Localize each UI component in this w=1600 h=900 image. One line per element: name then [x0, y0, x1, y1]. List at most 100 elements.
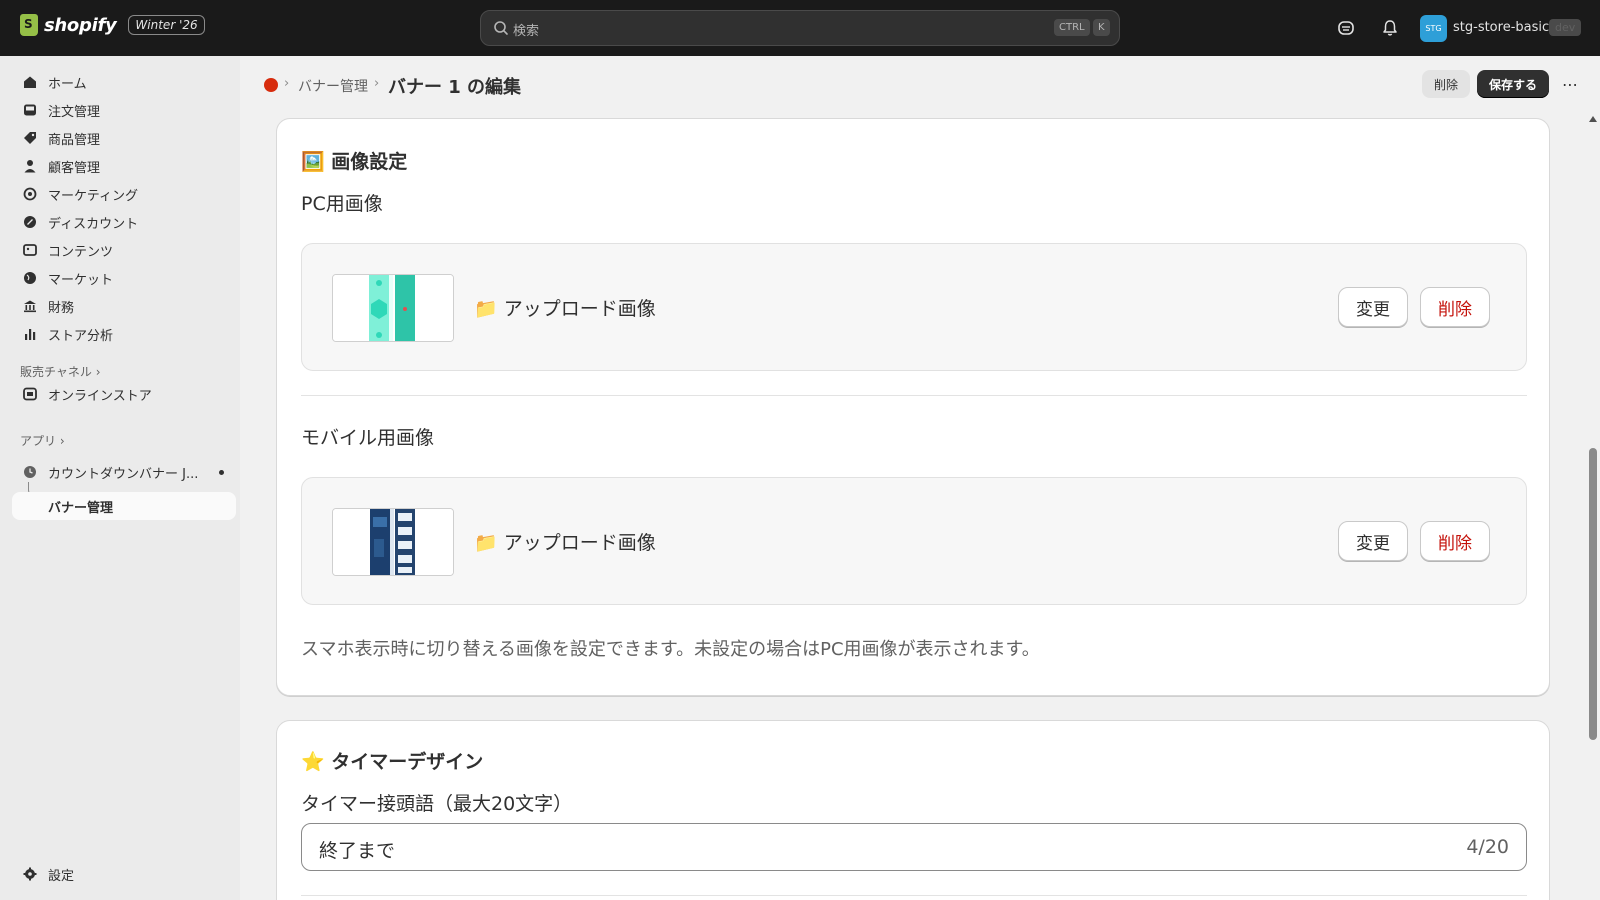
store-avatar[interactable]: STG	[1420, 15, 1447, 42]
scroll-up-arrow-icon[interactable]	[1589, 116, 1597, 122]
timer-prefix-input[interactable]: 終了まで 4/20	[301, 823, 1527, 871]
page-header: › バナー管理 › バナー 1 の編集 削除 保存する ⋯	[240, 56, 1586, 114]
top-bar: shopify Winter '26 検索 CTRL K STG stg-sto…	[0, 0, 1600, 56]
framed-picture-icon: 🖼️	[301, 151, 325, 173]
sidebar-item-finance[interactable]: 財務	[12, 292, 236, 320]
timer-prefix-label: タイマー接頭語（最大20文字）	[301, 793, 573, 815]
breadcrumb-separator-icon: ›	[284, 76, 290, 91]
page-title: バナー 1 の編集	[388, 77, 522, 98]
sidebar-item-orders[interactable]: 注文管理	[12, 96, 236, 124]
timer-design-card: ⭐ タイマーデザイン タイマー接頭語（最大20文字） 終了まで 4/20	[276, 720, 1550, 900]
inbox-icon	[22, 102, 38, 118]
pc-upload-label-text: アップロード画像	[503, 298, 656, 320]
shopify-bag-icon	[20, 14, 38, 36]
logo-text: shopify	[44, 14, 117, 36]
mobile-upload-label-text: アップロード画像	[503, 532, 656, 554]
section-divider	[301, 395, 1527, 396]
folder-icon: 📁	[474, 532, 498, 554]
sidebar-item-label: カウントダウンバナー J...	[48, 466, 199, 482]
sales-channels-heading[interactable]: 販売チャネル ›	[20, 363, 101, 380]
sidebar: ホーム 注文管理 商品管理 顧客管理 マーケティング ディスカウント コンテンツ…	[0, 56, 240, 900]
sidebar-item-online-store[interactable]: オンラインストア	[12, 380, 236, 408]
bell-icon[interactable]	[1380, 18, 1400, 38]
character-counter: 4/20	[1466, 836, 1509, 858]
search-input[interactable]: 検索 CTRL K	[480, 10, 1120, 46]
pc-image-thumbnail[interactable]	[332, 274, 454, 342]
save-button[interactable]: 保存する	[1477, 70, 1549, 98]
sidebar-item-label: 財務	[48, 300, 75, 316]
mobile-image-help-text: スマホ表示時に切り替える画像を設定できます。未設定の場合はPC用画像が表示されま…	[301, 639, 1040, 660]
store-icon	[22, 386, 38, 402]
delete-banner-button[interactable]: 削除	[1422, 70, 1470, 98]
app-clock-icon[interactable]	[264, 78, 278, 92]
sidebar-item-label: バナー管理	[48, 500, 114, 516]
more-actions-icon[interactable]: ⋯	[1558, 70, 1582, 98]
sidebar-item-label: 注文管理	[48, 104, 101, 120]
sidebar-item-analytics[interactable]: ストア分析	[12, 320, 236, 348]
sidebar-item-marketing[interactable]: マーケティング	[12, 180, 236, 208]
pc-change-button[interactable]: 変更	[1338, 287, 1408, 327]
store-name[interactable]: stg-store-basic	[1453, 20, 1549, 35]
apps-label: アプリ	[20, 434, 57, 448]
app-clock-icon	[22, 464, 38, 480]
sidebar-item-banner-management[interactable]: バナー管理	[12, 492, 236, 520]
gear-icon	[22, 866, 38, 882]
search-icon	[494, 21, 508, 35]
edition-badge[interactable]: Winter '26	[128, 15, 205, 35]
sidebar-item-discounts[interactable]: ディスカウント	[12, 208, 236, 236]
sidebar-item-home[interactable]: ホーム	[12, 68, 236, 96]
person-icon	[22, 158, 38, 174]
sidebar-item-markets[interactable]: マーケット	[12, 264, 236, 292]
sidebar-item-label: マーケティング	[48, 188, 138, 204]
mobile-delete-button[interactable]: 削除	[1420, 521, 1490, 561]
sidebar-item-label: 商品管理	[48, 132, 101, 148]
apps-heading[interactable]: アプリ ›	[20, 432, 65, 449]
home-icon	[22, 74, 38, 90]
chevron-right-icon: ›	[95, 365, 101, 379]
mobile-change-button[interactable]: 変更	[1338, 521, 1408, 561]
sales-channels-label: 販売チャネル	[20, 365, 92, 379]
pc-image-label: PC用画像	[301, 193, 383, 215]
sidebar-item-customers[interactable]: 顧客管理	[12, 152, 236, 180]
mobile-image-preview	[333, 509, 453, 575]
image-settings-title: 🖼️ 画像設定	[301, 147, 407, 174]
main-scrollbar[interactable]	[1586, 114, 1600, 900]
sidebar-item-content[interactable]: コンテンツ	[12, 236, 236, 264]
target-icon	[22, 186, 38, 202]
sidebar-item-products[interactable]: 商品管理	[12, 124, 236, 152]
pc-upload-label: 📁 アップロード画像	[474, 294, 656, 321]
mobile-upload-label: 📁 アップロード画像	[474, 528, 656, 555]
shopify-logo[interactable]: shopify Winter '26	[20, 14, 205, 36]
globe-icon	[22, 270, 38, 286]
sidebar-item-countdown-app[interactable]: カウントダウンバナー J...	[12, 458, 236, 486]
timer-prefix-value: 終了まで	[319, 840, 396, 862]
env-badge: dev	[1549, 19, 1582, 36]
sidebar-item-settings[interactable]: 設定	[12, 860, 236, 888]
discount-icon	[22, 214, 38, 230]
sidebar-item-label: ディスカウント	[48, 216, 139, 232]
shortcut-ctrl-key: CTRL	[1054, 19, 1090, 36]
timer-design-title-text: タイマーデザイン	[331, 751, 484, 773]
tag-icon	[22, 130, 38, 146]
section-divider	[301, 895, 1527, 896]
image-settings-card: 🖼️ 画像設定 PC用画像 📁 アップロード画像 変更 削除 モバイル用画像 📁…	[276, 118, 1550, 696]
search-placeholder: 検索	[513, 24, 540, 39]
chat-icon[interactable]	[1336, 18, 1356, 38]
mobile-image-thumbnail[interactable]	[332, 508, 454, 576]
pc-delete-button[interactable]: 削除	[1420, 287, 1490, 327]
bank-icon	[22, 298, 38, 314]
main-content: › バナー管理 › バナー 1 の編集 削除 保存する ⋯ 🖼️ 画像設定 PC…	[240, 56, 1586, 900]
pc-image-upload: 📁 アップロード画像 変更 削除	[301, 243, 1527, 371]
image-icon	[22, 242, 38, 258]
chart-icon	[22, 326, 38, 342]
sidebar-item-label: 顧客管理	[48, 160, 101, 176]
scrollbar-thumb[interactable]	[1589, 448, 1597, 740]
sidebar-item-label: オンラインストア	[48, 388, 152, 404]
breadcrumb-link[interactable]: バナー管理	[298, 76, 368, 96]
shortcut-k-key: K	[1093, 19, 1110, 36]
star-icon: ⭐	[301, 751, 325, 773]
folder-icon: 📁	[474, 298, 498, 320]
breadcrumb-separator-icon: ›	[374, 76, 380, 91]
mobile-image-label: モバイル用画像	[301, 427, 435, 449]
sidebar-item-label: 設定	[48, 868, 75, 884]
